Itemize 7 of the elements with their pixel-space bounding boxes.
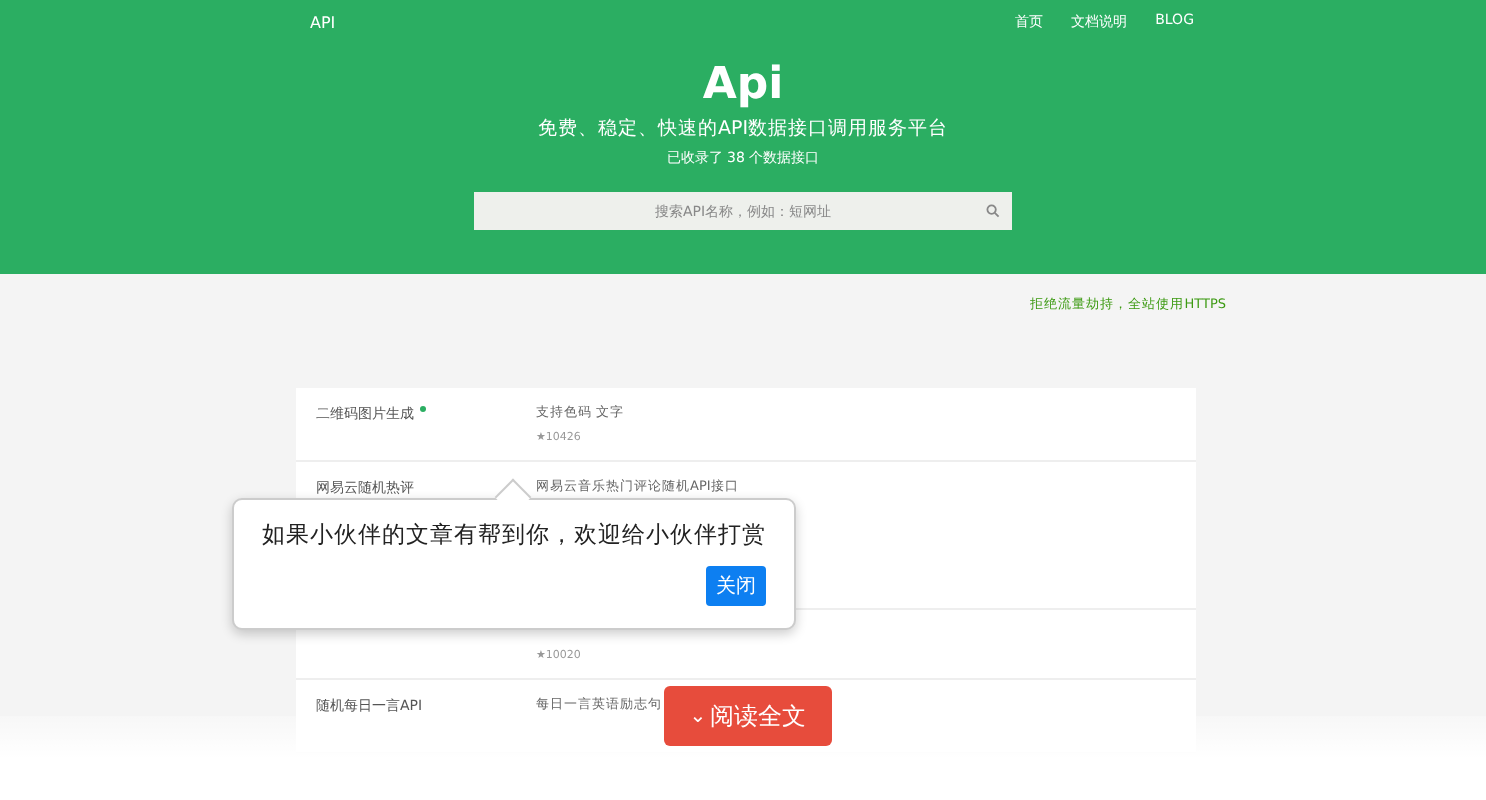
popup-message: 如果小伙伴的文章有帮到你，欢迎给小伙伴打赏 [262,520,766,550]
read-more-button[interactable]: ⌄ 阅读全文 [664,686,832,746]
hero-title: Api [702,60,784,110]
site-logo[interactable]: API [310,13,336,31]
hero-tagline: 免费、稳定、快速的API数据接口调用服务平台 [537,116,949,142]
search-icon [986,204,1000,218]
close-button[interactable]: 关闭 [706,566,766,606]
